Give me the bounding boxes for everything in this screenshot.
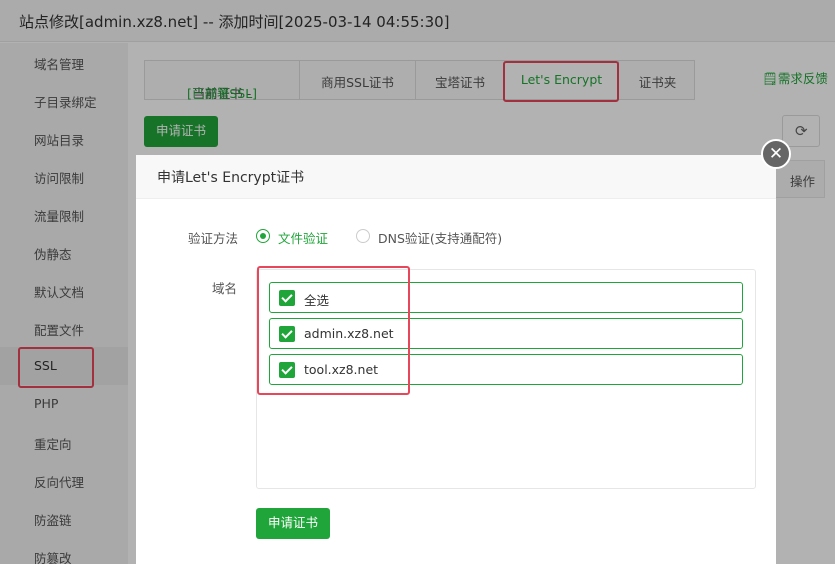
close-icon: ✕ <box>768 144 784 164</box>
radio-dns-verify-label[interactable]: DNS验证(支持通配符) <box>378 228 502 247</box>
domain-label: 域名 <box>212 281 238 296</box>
domains-highlight-box <box>257 266 410 395</box>
dialog-title: 申请Let's Encrypt证书 <box>157 170 305 186</box>
verify-method-label: 验证方法 <box>188 231 239 246</box>
radio-file-verify-label[interactable]: 文件验证 <box>278 228 328 247</box>
radio-dns-verify[interactable] <box>356 229 370 243</box>
dialog-header: 申请Let's Encrypt证书 <box>136 155 776 199</box>
dialog-close-button[interactable]: ✕ <box>761 139 791 169</box>
radio-file-verify[interactable] <box>256 229 270 243</box>
apply-cert-submit-button[interactable]: 申请证书 <box>256 508 330 539</box>
